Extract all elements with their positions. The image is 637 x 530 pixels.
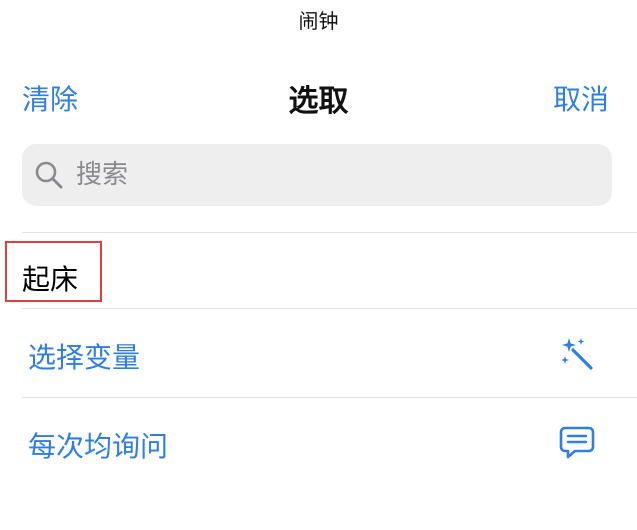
list-item-choose-variable[interactable]: 选择变量 <box>0 310 637 398</box>
search-input[interactable] <box>74 154 598 196</box>
divider <box>22 232 637 233</box>
search-bar[interactable] <box>22 144 612 206</box>
top-label: 闹钟 <box>298 9 339 33</box>
list-item-label: 每次均询问 <box>28 430 169 463</box>
selection-highlight-box <box>5 241 102 302</box>
divider <box>22 397 637 398</box>
list-item-label: 选择变量 <box>28 341 141 374</box>
cancel-button[interactable]: 取消 <box>553 78 609 118</box>
list-item-ask-each-time[interactable]: 每次均询问 <box>0 399 637 487</box>
speech-bubble-icon <box>559 426 595 459</box>
navigation-bar: 清除 选取 取消 <box>0 72 637 119</box>
divider <box>22 308 637 309</box>
search-icon <box>35 161 63 189</box>
magic-wand-icon <box>561 338 593 370</box>
page-title: 选取 <box>288 84 349 119</box>
